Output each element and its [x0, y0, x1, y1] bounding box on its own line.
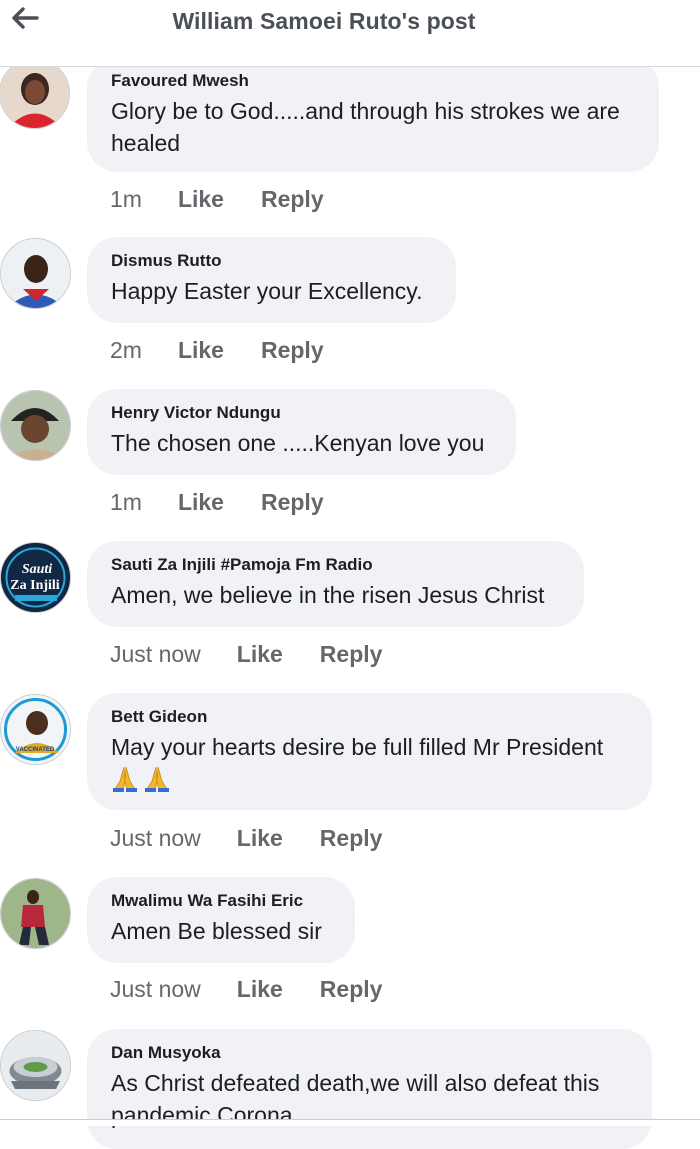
- comment-text: Glory be to God.....and through his stro…: [111, 95, 633, 159]
- comment-author[interactable]: Bett Gideon: [111, 706, 626, 728]
- comment-actions: Just now Like Reply: [110, 639, 382, 669]
- post-header: William Samoei Ruto's post: [0, 0, 700, 67]
- avatar-logo-text: Sauti: [22, 562, 52, 577]
- comment-text-line: Happy Easter your Excellency.: [111, 278, 423, 304]
- like-button[interactable]: Like: [178, 489, 224, 516]
- comment-text: Amen, we believe in the risen Jesus Chri…: [111, 579, 558, 611]
- comment-text-line: Amen, we believe in the risen Jesus Chri…: [111, 582, 545, 608]
- comment-actions: Just now Like Reply: [110, 823, 382, 853]
- comment-author[interactable]: Dismus Rutto: [111, 250, 430, 272]
- comment-text-line: Glory be to God.....and through his stro…: [111, 98, 620, 124]
- folded-hands-icon: [113, 766, 137, 792]
- folded-hands-icon: [145, 766, 169, 792]
- comment-text: Happy Easter your Excellency.: [111, 275, 430, 307]
- like-button[interactable]: Like: [237, 641, 283, 668]
- comment-actions: 2m Like Reply: [110, 335, 324, 365]
- comment-text: Amen Be blessed sir: [111, 915, 329, 947]
- comment-bubble[interactable]: Henry Victor Ndungu The chosen one .....…: [87, 389, 516, 475]
- comment-author[interactable]: Favoured Mwesh: [111, 70, 633, 92]
- like-button[interactable]: Like: [237, 825, 283, 852]
- reply-button[interactable]: Reply: [261, 186, 324, 213]
- page-title: William Samoei Ruto's post: [172, 8, 476, 34]
- reply-button[interactable]: Reply: [261, 337, 324, 364]
- comment-text: The chosen one .....Kenyan love you: [111, 427, 490, 459]
- comment-time[interactable]: 1m: [110, 186, 142, 213]
- avatar[interactable]: [0, 390, 71, 461]
- comment-text-line: pandemic Corona: [111, 1102, 293, 1128]
- comment-bubble[interactable]: Dan Musyoka As Christ defeated death,we …: [87, 1029, 652, 1149]
- comment-bubble[interactable]: Mwalimu Wa Fasihi Eric Amen Be blessed s…: [87, 877, 355, 963]
- comment-bubble[interactable]: Sauti Za Injili #Pamoja Fm Radio Amen, w…: [87, 541, 584, 627]
- comment-bubble[interactable]: Bett Gideon May your hearts desire be fu…: [87, 693, 652, 810]
- comment-text-line: Amen Be blessed sir: [111, 918, 322, 944]
- comment-time[interactable]: 2m: [110, 337, 142, 364]
- comment-author[interactable]: Henry Victor Ndungu: [111, 402, 490, 424]
- comment-text-line: The chosen one .....Kenyan love you: [111, 430, 485, 456]
- comment-text-line: May your hearts desire be full filled Mr…: [111, 734, 604, 760]
- reply-button[interactable]: Reply: [320, 641, 383, 668]
- avatar[interactable]: [0, 1030, 71, 1101]
- avatar-badge-text: VACCINATED: [16, 747, 55, 753]
- comment-text-line: As Christ defeated death,we will also de…: [111, 1070, 600, 1096]
- avatar[interactable]: [0, 878, 71, 949]
- reply-button[interactable]: Reply: [320, 825, 383, 852]
- avatar[interactable]: [0, 238, 71, 309]
- emoji-row: [111, 765, 171, 793]
- like-button[interactable]: Like: [178, 186, 224, 213]
- avatar[interactable]: [0, 58, 70, 129]
- comment-actions: 1m Like Reply: [110, 184, 324, 214]
- comment-text: May your hearts desire be full filled Mr…: [111, 731, 626, 801]
- like-button[interactable]: Like: [178, 337, 224, 364]
- avatar[interactable]: VACCINATED: [0, 694, 71, 765]
- like-button[interactable]: Like: [237, 976, 283, 1003]
- avatar[interactable]: Sauti Za Injili: [0, 542, 71, 613]
- comment-author[interactable]: Mwalimu Wa Fasihi Eric: [111, 890, 329, 912]
- reply-button[interactable]: Reply: [261, 489, 324, 516]
- comment-time[interactable]: Just now: [110, 641, 201, 668]
- comment-author[interactable]: Dan Musyoka: [111, 1042, 626, 1064]
- comment-time[interactable]: Just now: [110, 976, 201, 1003]
- comment-bubble[interactable]: Favoured Mwesh Glory be to God.....and t…: [87, 58, 659, 172]
- comment-actions: 1m Like Reply: [110, 487, 324, 517]
- comment-author[interactable]: Sauti Za Injili #Pamoja Fm Radio: [111, 554, 558, 576]
- reply-button[interactable]: Reply: [320, 976, 383, 1003]
- comment-text-line: healed: [111, 130, 181, 156]
- comment-bubble[interactable]: Dismus Rutto Happy Easter your Excellenc…: [87, 237, 456, 323]
- avatar-logo-text: Za Injili: [10, 578, 60, 593]
- comment-actions: Just now Like Reply: [110, 974, 382, 1004]
- comment-time[interactable]: Just now: [110, 825, 201, 852]
- comment-time[interactable]: 1m: [110, 489, 142, 516]
